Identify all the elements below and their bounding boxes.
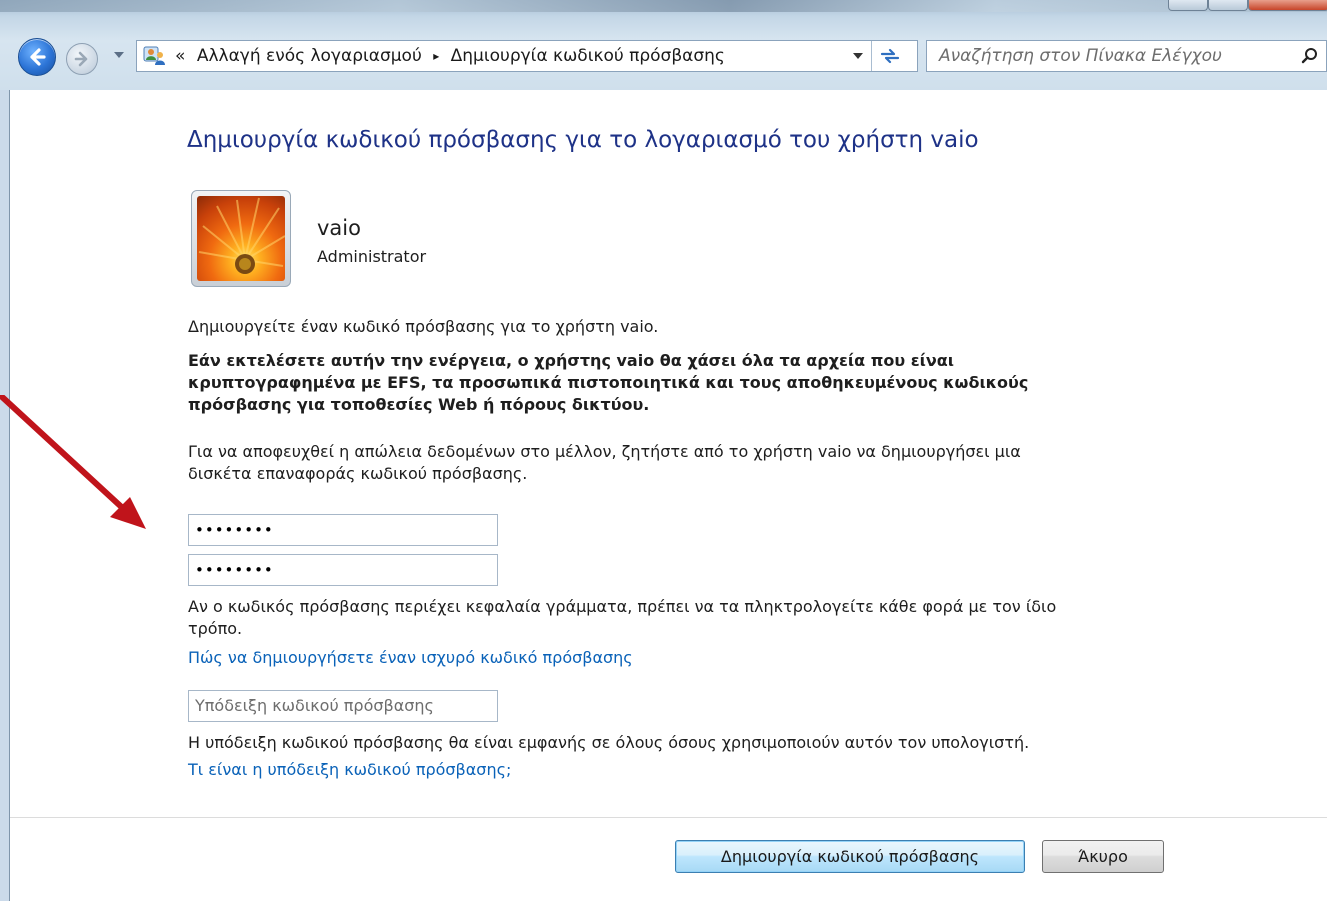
warning-line: κρυπτογραφημένα με EFS, τα προσωπικά πισ… (188, 373, 1029, 392)
create-password-button[interactable]: Δημιουργία κωδικού πρόσβασης (675, 840, 1025, 873)
search-placeholder[interactable]: Αναζήτηση στον Πίνακα Ελέγχου (939, 41, 1222, 71)
warning-text: Εάν εκτελέσετε αυτήν την ενέργεια, ο χρή… (188, 350, 1028, 416)
warning-line: πρόσβασης για τοποθεσίες Web ή πόρους δι… (188, 395, 650, 414)
warning-line: Εάν εκτελέσετε αυτήν την ενέργεια, ο χρή… (188, 351, 955, 370)
user-role: Administrator (317, 247, 427, 266)
advice-line: Για να αποφευχθεί η απώλεια δεδομένων στ… (188, 442, 1021, 461)
footer-separator (10, 817, 1327, 818)
cancel-button[interactable]: Άκυρο (1042, 840, 1164, 873)
content-pane: Δημιουργία κωδικού πρόσβασης για το λογα… (10, 90, 1327, 901)
avatar (191, 190, 291, 287)
breadcrumb-parent[interactable]: Αλλαγή ενός λογαριασμού (197, 46, 422, 66)
confirm-password-field[interactable]: •••••••• (188, 554, 498, 586)
minimize-button[interactable] (1168, 0, 1208, 11)
users-control-panel-icon (143, 45, 167, 71)
new-password-field[interactable]: •••••••• (188, 514, 498, 546)
breadcrumb-separator[interactable]: ▸ (433, 41, 439, 71)
search-icon[interactable] (1301, 47, 1319, 69)
search-box[interactable]: Αναζήτηση στον Πίνακα Ελέγχου (926, 40, 1327, 72)
breadcrumb-overflow[interactable]: « (175, 46, 185, 66)
strong-password-link[interactable]: Πώς να δημιουργήσετε έναν ισχυρό κωδικό … (188, 648, 633, 667)
address-history-dropdown[interactable] (853, 53, 863, 59)
address-bar[interactable]: « Αλλαγή ενός λογαριασμού ▸ Δημιουργία κ… (136, 40, 918, 72)
address-divider (871, 41, 872, 71)
advice-line: δισκέτα επαναφοράς κωδικού πρόσβασης. (188, 464, 528, 483)
case-note-line: Αν ο κωδικός πρόσβασης περιέχει κεφαλαία… (188, 597, 1057, 616)
hint-note-text: Η υπόδειξη κωδικού πρόσβασης θα είναι εμ… (188, 733, 1030, 752)
refresh-icon[interactable] (879, 46, 901, 70)
forward-button[interactable] (66, 43, 98, 75)
case-note-line: τρόπο. (188, 619, 243, 638)
breadcrumb-current[interactable]: Δημιουργία κωδικού πρόσβασης (451, 46, 725, 66)
title-bar-band (0, 0, 1327, 12)
breadcrumb: « Αλλαγή ενός λογαριασμού ▸ Δημιουργία κ… (175, 41, 725, 71)
explorer-toolbar: « Αλλαγή ενός λογαριασμού ▸ Δημιουργία κ… (0, 0, 1327, 90)
password-hint-field[interactable]: Υπόδειξη κωδικού πρόσβασης (188, 690, 498, 722)
user-name: vaio (317, 216, 361, 240)
recent-pages-dropdown[interactable] (114, 52, 124, 58)
intro-text: Δημιουργείτε έναν κωδικό πρόσβασης για τ… (188, 317, 659, 336)
user-picture (197, 196, 285, 281)
close-window-button[interactable] (1248, 0, 1327, 11)
maximize-button[interactable] (1208, 0, 1248, 11)
page-title: Δημιουργία κωδικού πρόσβασης για το λογα… (187, 127, 979, 153)
back-button[interactable] (18, 38, 56, 76)
case-note-text: Αν ο κωδικός πρόσβασης περιέχει κεφαλαία… (188, 596, 1056, 640)
advice-text: Για να αποφευχθεί η απώλεια δεδομένων στ… (188, 441, 1021, 485)
annotation-arrow-icon (0, 395, 146, 529)
hint-info-link[interactable]: Τι είναι η υπόδειξη κωδικού πρόσβασης; (188, 760, 511, 779)
